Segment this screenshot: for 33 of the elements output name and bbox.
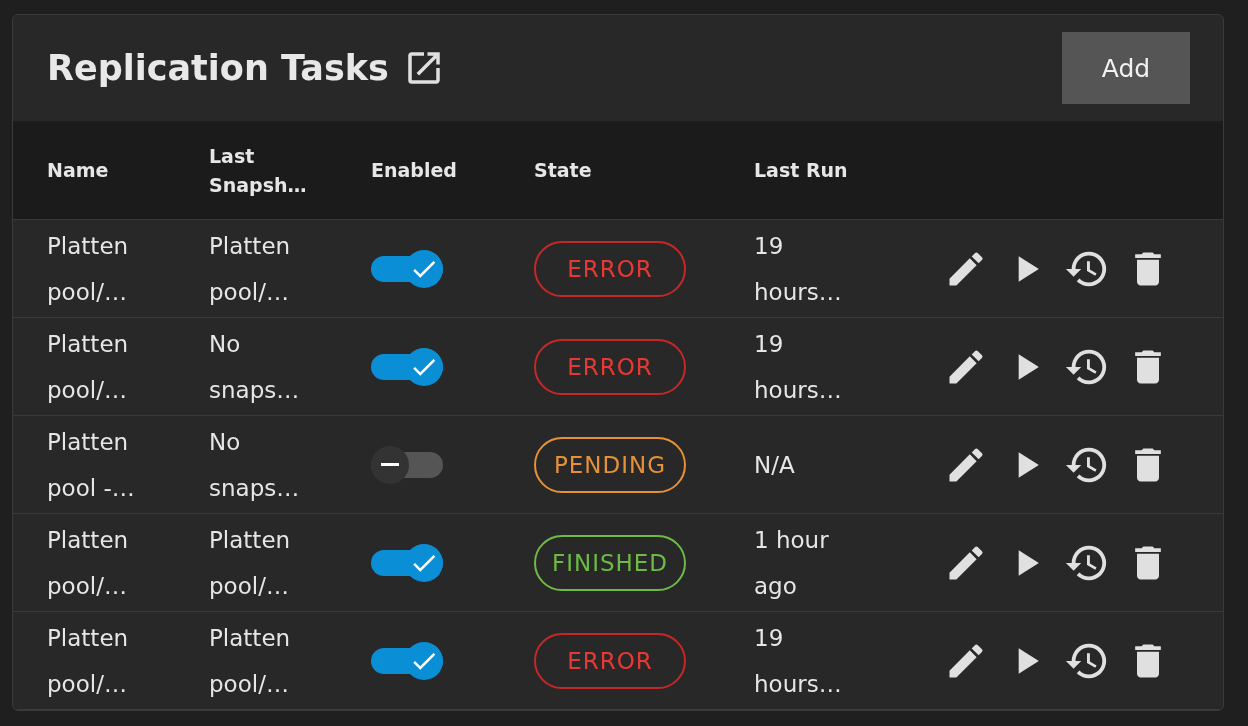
table-cell-text: 19 hours… [754,329,843,405]
state-badge: ERROR [534,240,686,297]
table-cell-text: Platten pool/… [209,231,292,307]
column-header[interactable]: Name [47,156,157,186]
minus-icon [381,463,399,466]
table-cell-text: Platten pool/… [209,623,292,699]
state-badge: PENDING [534,436,686,493]
table-cell-text: 19 hours… [754,623,843,699]
enabled-toggle[interactable] [371,445,443,484]
column-header[interactable]: Last Snapsh… [209,141,319,201]
table-cell-text: N/A [754,450,796,480]
state-badge: ERROR [534,632,686,689]
table-cell-text: Platten pool/… [47,231,130,307]
table-cell-text: Platten pool/… [47,623,130,699]
enabled-toggle[interactable] [371,543,443,582]
column-header[interactable]: State [534,156,644,186]
table-cell-text: No snaps… [209,427,301,503]
state-badge: FINISHED [534,534,686,591]
table-cell-text: No snaps… [209,329,301,405]
table-cell-text: 19 hours… [754,231,843,307]
table-cell-text: Platten pool/… [47,329,130,405]
column-header[interactable]: Enabled [371,156,481,186]
table-cell-text: Platten pool -… [47,427,136,503]
state-badge: ERROR [534,338,686,395]
enabled-toggle[interactable] [371,347,443,386]
table-cell-text: 1 hour ago [754,525,830,601]
column-header[interactable]: Last Run [754,156,864,186]
table-cell-text: Platten pool/… [209,525,292,601]
table-cell-text: Platten pool/… [47,525,130,601]
enabled-toggle[interactable] [371,249,443,288]
enabled-toggle[interactable] [371,641,443,680]
page-title: Replication Tasks [47,48,389,88]
add-button[interactable]: Add [1062,32,1190,104]
